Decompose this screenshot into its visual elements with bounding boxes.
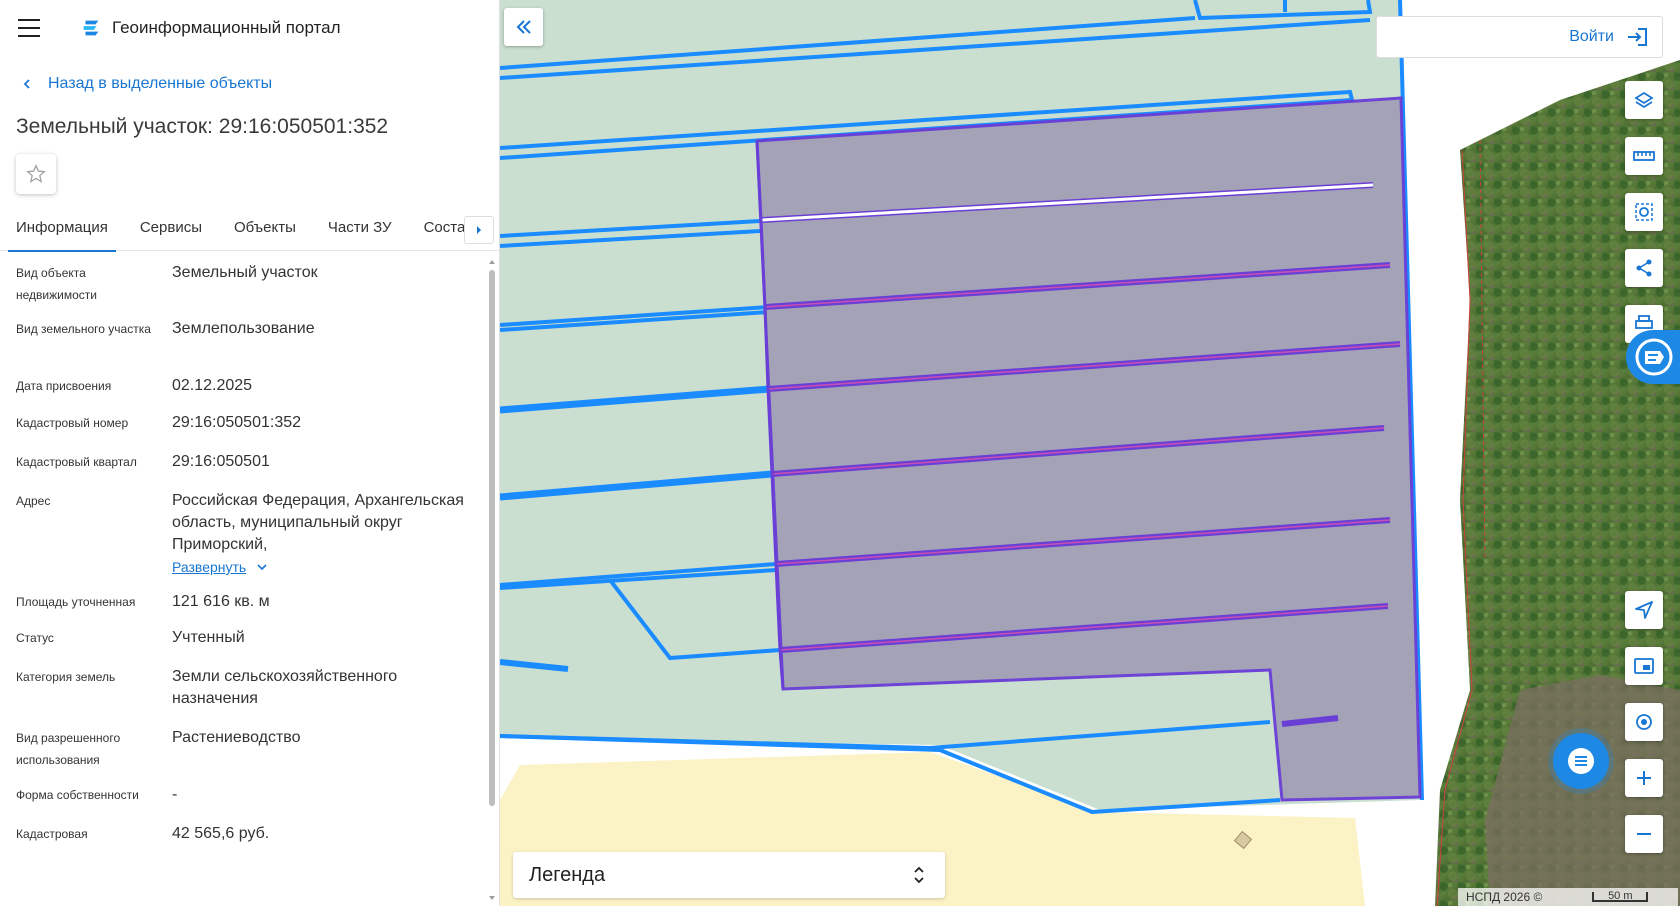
layers-icon [1634, 91, 1654, 109]
menu-icon[interactable] [18, 19, 40, 37]
navigation-icon [1635, 601, 1653, 619]
property-label: Форма собственности [16, 788, 139, 802]
expand-address-link[interactable]: Развернуть [172, 556, 268, 578]
login-label: Войти [1569, 28, 1614, 45]
tab-information[interactable]: Информация [8, 205, 116, 252]
property-label: Вид земельного участка [16, 322, 151, 336]
app-title: Геоинформационный портал [112, 18, 341, 37]
property-value: 29:16:050501 [172, 453, 270, 470]
property-value: Земли сельскохозяйственного назначения [172, 668, 398, 707]
tab-services[interactable]: Сервисы [132, 205, 210, 251]
minimap-button[interactable] [1625, 647, 1663, 685]
scroll-down-icon[interactable] [488, 894, 496, 902]
property-list: Вид объекта недвижимости Земельный участ… [0, 254, 486, 906]
geolocation-button[interactable] [1625, 703, 1663, 741]
property-label: Категория земель [16, 670, 116, 684]
portal-logo-icon [83, 20, 99, 36]
share-button[interactable] [1625, 249, 1663, 287]
minimap-icon [1634, 658, 1654, 674]
minus-icon [1637, 833, 1651, 835]
property-value: 121 616 кв. м [172, 593, 270, 610]
property-value: - [172, 786, 178, 803]
ruler-icon [1633, 151, 1655, 161]
ruler-button[interactable] [1625, 137, 1663, 175]
star-icon [26, 164, 46, 183]
favorite-button[interactable] [16, 154, 56, 194]
map-attribution: НСПД 2026 © 50 m [1458, 888, 1678, 906]
chat-icon [1568, 748, 1594, 774]
chevron-down-icon [257, 564, 267, 571]
address-text: Российская Федерация, Архангельская обла… [172, 492, 464, 553]
property-label: Вид разрешенного использования [16, 731, 121, 767]
promo-button[interactable] [1626, 330, 1680, 384]
back-link[interactable]: Назад в выделенные объекты [0, 69, 499, 99]
double-chevron-left-icon [516, 20, 531, 34]
legend-label: Легенда [529, 863, 606, 886]
sidebar: Геоинформационный портал Назад в выделен… [0, 0, 500, 906]
property-value: 02.12.2025 [172, 377, 253, 394]
legend-panel[interactable]: Легенда [513, 852, 945, 898]
property-label: Кадастровый квартал [16, 455, 137, 469]
collapse-sidebar-button[interactable] [504, 8, 543, 46]
back-link-label: Назад в выделенные объекты [48, 75, 273, 92]
share-icon [1636, 259, 1652, 277]
login-button[interactable]: Войти [1376, 16, 1663, 58]
page-title: Земельный участок: 29:16:050501:352 [16, 115, 389, 138]
scrollbar[interactable] [485, 254, 499, 906]
tab-parcel-parts[interactable]: Части ЗУ [320, 205, 400, 251]
property-label: Кадастровая [16, 827, 88, 841]
property-label: Площадь уточненная [16, 595, 136, 609]
expand-label: Развернуть [172, 559, 247, 575]
select-area-icon [1635, 203, 1653, 221]
layers-button[interactable] [1625, 81, 1663, 119]
property-value: Учтенный [172, 629, 245, 646]
property-value: Российская Федерация, Архангельская обла… [172, 490, 472, 579]
property-label: Адрес [16, 494, 51, 508]
locate-button[interactable] [1625, 591, 1663, 629]
tab-bar: Информация Сервисы Объекты Части ЗУ Сост… [0, 205, 500, 252]
scroll-up-icon[interactable] [488, 258, 496, 266]
property-label: Кадастровый номер [16, 416, 129, 430]
zoom-in-button[interactable] [1625, 759, 1663, 797]
property-value: Растениеводство [172, 729, 301, 746]
attribution-text: НСПД 2026 © [1466, 890, 1543, 904]
property-label: Вид объекта недвижимости [16, 266, 97, 302]
top-bar: Геоинформационный портал [0, 0, 499, 56]
tab-objects[interactable]: Объекты [226, 205, 304, 251]
tabs-next-button[interactable] [464, 216, 494, 244]
promo-icon [1635, 338, 1673, 376]
login-icon [1628, 28, 1647, 46]
scale-bar: 50 m [1592, 891, 1649, 902]
property-value: 42 565,6 руб. [172, 825, 270, 842]
geolocation-icon [1636, 714, 1652, 730]
chat-button[interactable] [1553, 733, 1609, 789]
plus-icon [1637, 771, 1651, 785]
property-value: Земельный участок [172, 264, 318, 281]
property-value: Землепользование [172, 320, 315, 337]
scroll-thumb[interactable] [489, 270, 495, 806]
chevron-left-icon [23, 79, 30, 89]
property-label: Дата присвоения [16, 379, 112, 393]
unfold-icon[interactable] [913, 865, 925, 885]
zoom-out-button[interactable] [1625, 815, 1663, 853]
property-label: Статус [16, 631, 54, 645]
property-value: 29:16:050501:352 [172, 414, 302, 431]
chevron-right-icon [477, 226, 481, 234]
select-area-button[interactable] [1625, 193, 1663, 231]
